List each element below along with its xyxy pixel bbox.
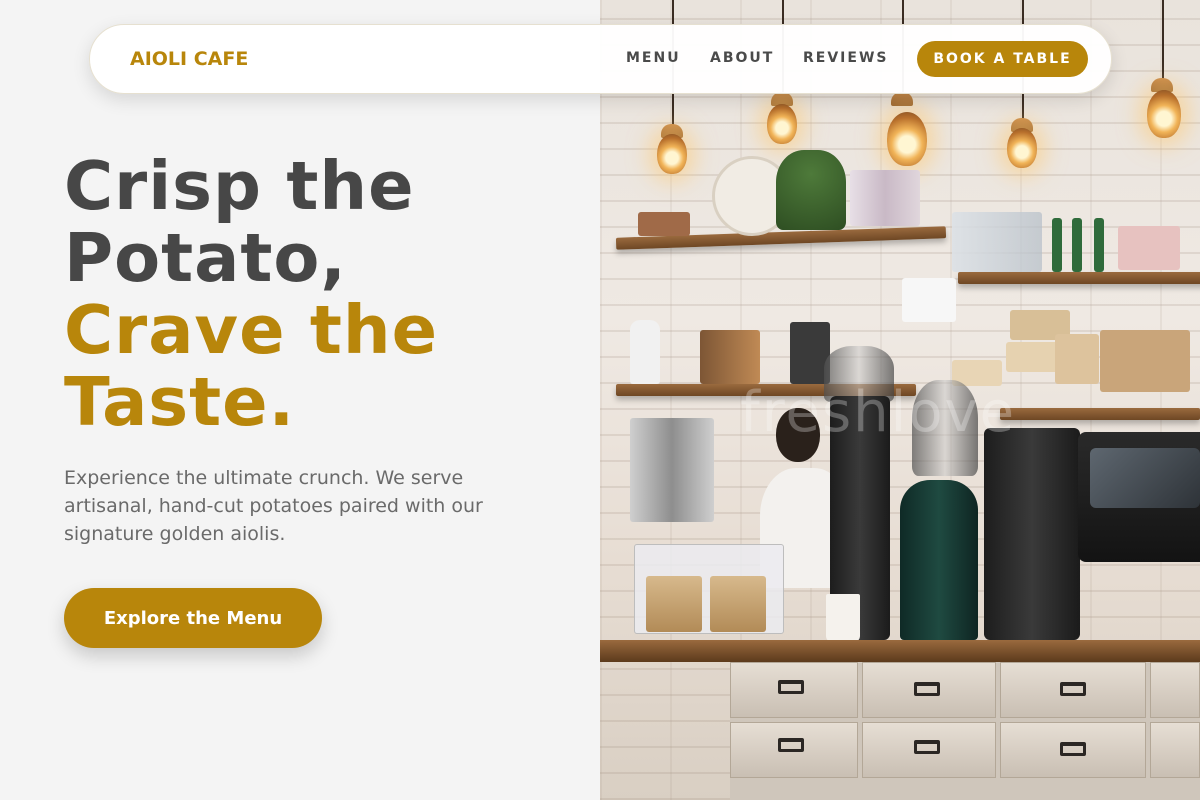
nav-link-about[interactable]: ABOUT [710,50,774,66]
hero-title-accent-line: Crave the [64,291,439,369]
photo-watermark: freshlove [740,380,1017,445]
lamp-cap [891,92,913,106]
drawer [1150,722,1200,778]
hero-title: Crisp the Potato, Crave the Taste. [64,150,438,438]
drawer [1150,662,1200,718]
brew-machine [630,418,714,522]
explore-menu-button[interactable]: Explore the Menu [64,588,322,648]
jars [1100,330,1190,392]
drawer-handle [914,740,940,754]
pink-box [1118,226,1180,270]
hero-subtitle: Experience the ultimate crunch. We serve… [64,467,483,545]
bottle [1072,218,1082,272]
grinder [984,428,1080,640]
pendant-lamp [1007,128,1037,168]
pendant-lamp [887,112,927,166]
book-table-button[interactable]: BOOK A TABLE [917,41,1088,77]
drawer-handle [1060,682,1086,696]
kettle [700,330,760,384]
upper-right-shelf [958,272,1200,284]
drawer-handle [778,738,804,752]
pendant-lamp [657,134,687,174]
shelf-box [638,212,690,236]
pendant-lamp [1147,90,1181,138]
pendant-lamp [767,104,797,144]
paper-note [902,278,956,322]
middle-right-shelf [1000,408,1200,420]
hero-title-line: Crisp the [64,147,415,225]
lamp-wire [1162,0,1164,80]
nav-link-reviews[interactable]: REVIEWS [803,50,888,66]
nav-link-menu[interactable]: MENU [626,50,681,66]
hero-photo: freshlove [600,0,1200,800]
coffee-bag [646,576,702,632]
figurine [630,320,660,384]
bottle [1094,218,1104,272]
counter-top [600,640,1200,662]
top-navbar: AIOLI CAFE MENU ABOUT REVIEWS BOOK A TAB… [89,24,1112,94]
drawer-cabinet [730,662,1200,800]
espresso-machine-panel [1090,448,1200,508]
drawer-handle [914,682,940,696]
grinder [900,480,978,640]
coffee-bag [1055,334,1099,384]
hero-title-line: Potato, [64,219,347,297]
bottle [1052,218,1062,272]
drawer-handle [778,680,804,694]
glasses [952,212,1042,272]
hero-title-accent-line: Taste. [64,363,296,441]
coffee-bag [710,576,766,632]
paper-cup [826,594,860,642]
jars [850,170,920,226]
drawer-handle [1060,742,1086,756]
plant [776,150,846,230]
brand-logo[interactable]: AIOLI CAFE [130,48,248,70]
